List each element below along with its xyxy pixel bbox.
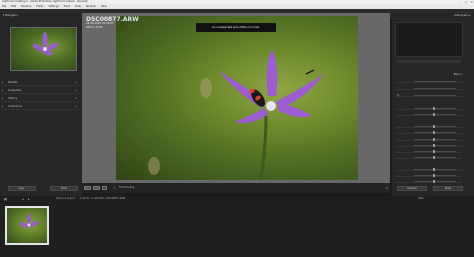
collections-section[interactable]: ▸ Collections + — [2, 103, 79, 110]
histogram-header[interactable]: Histogram ◂ — [392, 13, 474, 18]
texture-slider-row[interactable] — [396, 167, 462, 171]
slider-track[interactable] — [414, 150, 456, 152]
navigator-header[interactable]: ▾ Navigator — [0, 13, 82, 18]
menu-view[interactable]: View — [75, 5, 81, 8]
photo-info-overlay: DSC00877.ARW 28-04-2020 15:24:05 6504 x … — [86, 17, 139, 29]
slider-track[interactable] — [414, 138, 456, 140]
window-title: Lightroom Catalog-2 - Adobe Photoshop Li… — [2, 0, 88, 3]
tool-strip[interactable] — [397, 60, 461, 63]
slider-track[interactable] — [414, 180, 456, 182]
exposure-slider-row[interactable] — [396, 124, 462, 128]
error-toast: An unexpected end-of-file occurred. — [196, 23, 276, 32]
collapse-triangle-icon: ◂ — [468, 14, 470, 17]
menu-edit[interactable]: Edit — [11, 5, 16, 8]
slider-knob[interactable] — [433, 124, 435, 128]
slider-knob[interactable] — [433, 173, 435, 177]
slider-knob[interactable] — [433, 137, 435, 141]
collapse-triangle-icon: ▾ — [460, 73, 462, 76]
profile-row[interactable] — [396, 86, 462, 90]
slider-track[interactable] — [414, 174, 456, 176]
add-collection-icon[interactable]: + — [75, 103, 79, 110]
left-panel-buttons: Copy... Paste — [8, 186, 79, 191]
menu-help[interactable]: Help — [101, 5, 107, 8]
menu-develop[interactable]: Develop — [21, 5, 31, 8]
slider-track[interactable] — [414, 107, 456, 109]
before-after-button[interactable] — [93, 186, 100, 190]
histogram-label: Histogram — [454, 14, 468, 17]
dehaze-slider-row[interactable] — [396, 179, 462, 183]
whites-slider-row[interactable] — [396, 149, 462, 153]
add-snapshot-icon[interactable]: + — [75, 87, 79, 94]
slider-track[interactable] — [414, 156, 456, 158]
menu-tools[interactable]: Tools — [64, 5, 70, 8]
slider-track[interactable] — [414, 144, 456, 146]
menu-settings[interactable]: Settings — [48, 5, 58, 8]
shadows-slider-row[interactable] — [396, 143, 462, 147]
add-preset-icon[interactable]: + — [75, 79, 79, 86]
presets-section[interactable]: ▸ Presets + — [2, 79, 79, 86]
slider-knob[interactable] — [433, 143, 435, 147]
clarity-slider-row[interactable] — [396, 173, 462, 177]
slider-knob[interactable] — [433, 112, 435, 116]
checkbox-icon[interactable]: ☐ — [113, 186, 116, 190]
collections-label: Collections — [8, 105, 23, 108]
slider-knob[interactable] — [433, 106, 435, 110]
slider-knob[interactable] — [433, 130, 435, 134]
flower-preview-image — [32, 32, 59, 56]
copy-button[interactable]: Copy... — [8, 186, 36, 191]
flower-thumbnail-image — [19, 213, 39, 228]
menu-photo[interactable]: Photo — [36, 5, 43, 8]
navigator-preview[interactable] — [10, 27, 77, 71]
right-panel-buttons: Previous Reset — [397, 186, 463, 191]
navigator-label: Navigator — [5, 14, 18, 17]
slider-knob[interactable] — [433, 167, 435, 171]
contrast-slider-row[interactable] — [396, 130, 462, 134]
menu-file[interactable]: File — [2, 5, 6, 8]
tint-slider-row[interactable] — [396, 112, 462, 116]
loupe-view-button[interactable] — [84, 186, 91, 190]
slider-track[interactable] — [414, 131, 456, 133]
slider-knob[interactable] — [433, 179, 435, 183]
snapshots-section[interactable]: ▸ Snapshots + — [2, 87, 79, 94]
snapshots-label: Snapshots — [8, 89, 22, 92]
flower-photo-image — [148, 49, 324, 180]
slider-track[interactable] — [414, 113, 456, 115]
compare-toggle-button[interactable] — [102, 186, 107, 190]
develop-toolbar: ☐ Soft Proofing ▾ — [82, 183, 390, 193]
slider-track[interactable] — [414, 80, 456, 82]
reset-button[interactable]: Reset — [433, 186, 463, 191]
eyedropper-icon[interactable]: ✎ — [397, 93, 400, 97]
slider-knob[interactable] — [433, 149, 435, 153]
clear-history-icon[interactable]: × — [75, 95, 79, 102]
blacks-slider-row[interactable] — [396, 155, 462, 159]
slider-track[interactable] — [414, 125, 456, 127]
paste-button[interactable]: Paste — [50, 186, 78, 191]
soft-proofing-label[interactable]: Soft Proofing — [119, 186, 134, 189]
presets-label: Presets — [8, 81, 18, 84]
filmstrip-thumbnail[interactable] — [5, 206, 49, 245]
previous-button[interactable]: Previous — [397, 186, 427, 191]
wb-row[interactable]: ✎ — [396, 93, 462, 97]
toolbar-menu-icon[interactable]: ▾ — [386, 186, 388, 190]
treatment-row[interactable] — [396, 79, 462, 83]
temp-slider-row[interactable] — [396, 106, 462, 110]
slider-track[interactable] — [414, 87, 456, 89]
highlights-slider-row[interactable] — [396, 137, 462, 141]
slider-knob[interactable] — [433, 155, 435, 159]
slider-track[interactable] — [414, 94, 456, 96]
main-photo[interactable] — [116, 16, 358, 180]
histogram-graph — [395, 22, 463, 57]
history-section[interactable]: ▸ History × — [2, 95, 79, 102]
basic-header[interactable]: Basic ▾ — [396, 72, 462, 77]
filmstrip — [0, 202, 474, 257]
history-label: History — [8, 97, 18, 100]
basic-label: Basic — [453, 73, 461, 76]
menu-window[interactable]: Window — [86, 5, 96, 8]
photo-dimensions: 6504 x 4336 — [86, 25, 103, 29]
slider-track[interactable] — [414, 168, 456, 170]
